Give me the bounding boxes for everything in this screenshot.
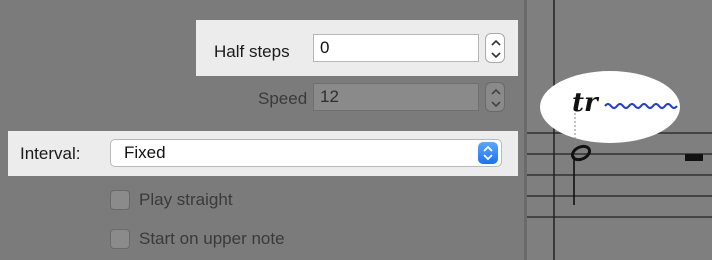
half-rest-icon <box>685 154 703 161</box>
popup-arrows-icon <box>478 142 498 164</box>
stepper-arrows-icon <box>491 88 501 108</box>
start-upper-note-checkbox[interactable] <box>110 229 130 249</box>
half-steps-label: Half steps <box>214 42 290 61</box>
trill-symbol: tr <box>572 88 598 118</box>
interval-select[interactable]: Fixed <box>110 139 502 167</box>
speed-stepper[interactable] <box>485 82 505 112</box>
trill-properties-panel: Half steps 0 Speed 12 Interval: Fixed Pl… <box>0 0 524 260</box>
interval-selected-value: Fixed <box>124 143 166 162</box>
start-upper-note-label: Start on upper note <box>139 229 285 248</box>
interval-label: Interval: <box>20 144 81 163</box>
score-view[interactable]: tr <box>527 0 712 260</box>
play-straight-label: Play straight <box>139 190 233 209</box>
stepper-arrows-icon <box>491 39 501 59</box>
play-straight-checkbox[interactable] <box>110 190 130 210</box>
half-steps-input[interactable]: 0 <box>313 34 479 62</box>
staff-canvas <box>527 0 712 260</box>
speed-input[interactable]: 12 <box>313 83 479 111</box>
half-steps-stepper[interactable] <box>485 33 505 63</box>
speed-label: Speed <box>258 89 308 108</box>
